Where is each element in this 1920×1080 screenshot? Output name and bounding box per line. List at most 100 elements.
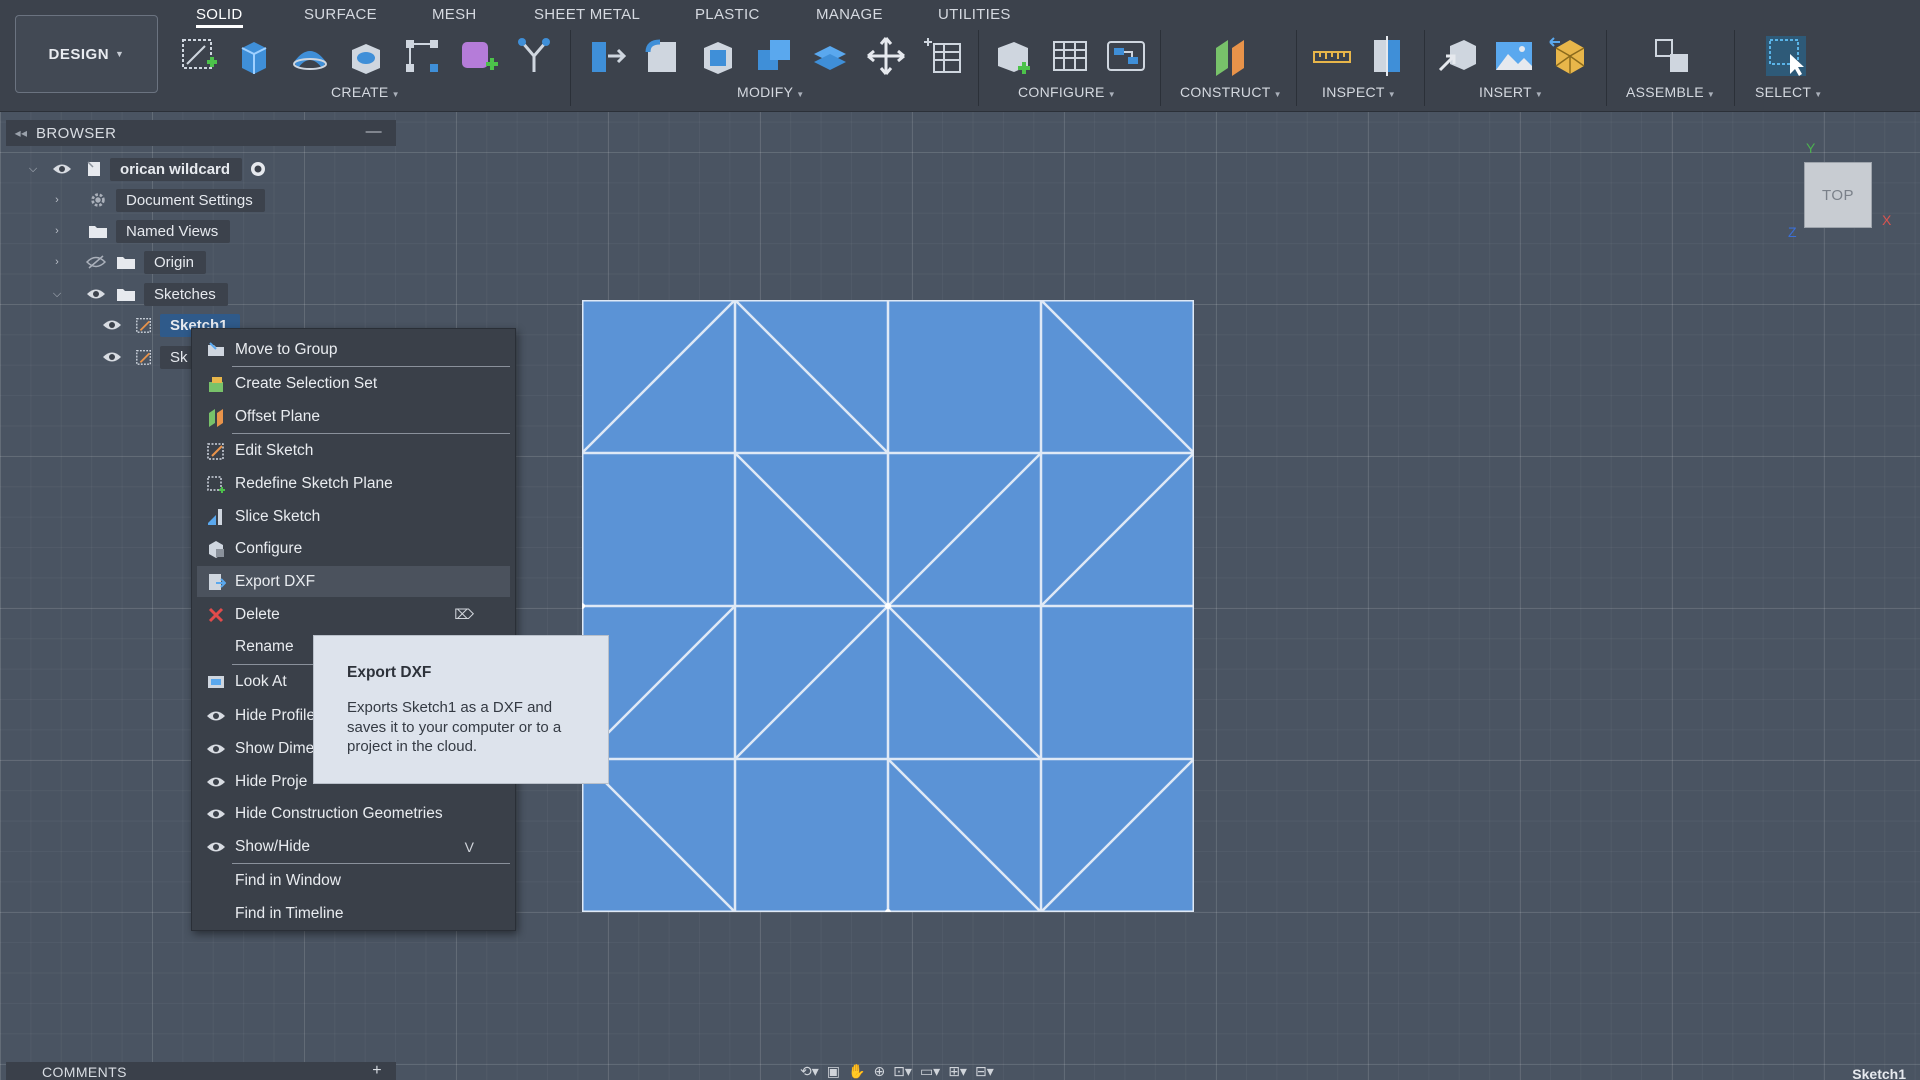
tree-item-label: Named Views [116,219,231,243]
eye-hidden-icon[interactable] [84,252,108,272]
menu-item-configure[interactable]: Configure [197,533,510,564]
chevron-right-icon[interactable]: › [48,256,66,268]
sketch-point[interactable] [885,603,891,609]
chevron-right-icon[interactable]: › [48,194,66,206]
status-label: Sketch1 [1852,1066,1906,1080]
modify-menu[interactable]: MODIFY ▼ [737,84,804,100]
sketch-geometry[interactable] [582,300,1194,912]
section-analysis-icon[interactable] [1366,34,1410,78]
configure-menu[interactable]: CONFIGURE ▼ [1018,84,1116,100]
menu-item-show-hide[interactable]: Show/Hide V [197,831,510,862]
tree-item-origin[interactable]: › Origin [48,249,207,275]
comments-panel-header[interactable]: COMMENTS + [6,1062,396,1080]
viewcube[interactable]: Y TOP X Z [1788,140,1891,240]
chevron-down-icon: ▼ [1273,90,1282,99]
new-component-icon[interactable] [1650,34,1694,78]
tab-mesh[interactable]: MESH [432,0,477,28]
collapse-panel-icon[interactable]: ◂◂ [6,126,36,140]
tree-item-sketch2[interactable]: Sk [100,344,200,370]
menu-item-label: Hide Profile [235,706,316,724]
revolve-icon[interactable] [288,34,332,78]
offset-face-icon[interactable] [808,34,852,78]
tab-utilities[interactable]: UTILITIES [938,0,1011,28]
tab-manage[interactable]: MANAGE [816,0,883,28]
configure-insert-icon[interactable] [992,34,1036,78]
chevron-down-icon: ▼ [796,90,805,99]
active-indicator-icon[interactable] [246,159,270,179]
eye-icon [197,772,235,792]
viewcube-top-face[interactable]: TOP [1804,162,1872,228]
menu-item-create-selection-set[interactable]: Create Selection Set [197,368,510,399]
grid-settings-icon[interactable]: ⊞▾ [948,1063,967,1080]
create-sketch-icon[interactable] [177,34,221,78]
insert-derive-icon[interactable] [1436,34,1480,78]
menu-item-label: Show Dime [235,739,315,757]
rectangular-pattern-icon[interactable] [400,34,444,78]
fillet-icon[interactable] [640,34,684,78]
look-at-icon[interactable]: ▣ [827,1063,840,1080]
tree-item-sketches[interactable]: ⌵ Sketches [48,281,228,307]
press-pull-icon[interactable] [584,34,628,78]
orbit-icon[interactable]: ⟲▾ [800,1063,819,1080]
menu-item-delete[interactable]: Delete ⌦ [197,599,510,630]
fit-icon[interactable]: ⊡▾ [893,1063,912,1080]
configuration-table-icon[interactable] [1048,34,1092,78]
eye-icon[interactable] [50,159,74,179]
measure-icon[interactable] [1310,34,1354,78]
delete-key-icon: ⌦ [454,606,474,622]
move-icon[interactable] [864,34,908,78]
menu-item-find-in-window[interactable]: Find in Window [197,865,510,896]
tree-item-document-settings[interactable]: › Document Settings [48,187,265,213]
change-parameters-icon[interactable] [920,34,964,78]
display-settings-icon[interactable]: ▭▾ [920,1063,940,1080]
create-menu[interactable]: CREATE ▼ [331,84,400,100]
menu-item-redefine-sketch-plane[interactable]: Redefine Sketch Plane [197,468,510,499]
eye-icon[interactable] [84,284,108,304]
assemble-menu[interactable]: ASSEMBLE ▼ [1626,84,1715,100]
menu-item-edit-sketch[interactable]: Edit Sketch [197,435,510,466]
chevron-down-icon[interactable]: ⌵ [24,163,42,176]
construct-label: CONSTRUCT [1180,84,1271,100]
tab-plastic[interactable]: PLASTIC [695,0,760,28]
chevron-down-icon[interactable]: ⌵ [48,288,66,301]
tab-sheet-metal[interactable]: SHEET METAL [534,0,640,28]
viewports-icon[interactable]: ⊟▾ [975,1063,994,1080]
configuration-rules-icon[interactable] [1104,34,1148,78]
tab-surface[interactable]: SURFACE [304,0,377,28]
derive-icon[interactable] [512,34,556,78]
eye-icon[interactable] [100,315,124,335]
hole-icon[interactable] [344,34,388,78]
menu-item-export-dxf[interactable]: Export DXF [197,566,510,597]
tree-item-named-views[interactable]: › Named Views [48,218,231,244]
menu-item-offset-plane[interactable]: Offset Plane [197,401,510,432]
select-icon[interactable] [1764,34,1808,78]
insert-menu[interactable]: INSERT ▼ [1479,84,1543,100]
modify-label: MODIFY [737,84,794,100]
browser-panel-header[interactable]: ◂◂ BROWSER — [6,120,396,146]
combine-icon[interactable] [752,34,796,78]
menu-item-move-to-group[interactable]: Move to Group [197,334,510,365]
minimize-icon[interactable]: — [366,123,382,141]
menu-item-find-in-timeline[interactable]: Find in Timeline [197,898,510,929]
extrude-icon[interactable] [232,34,276,78]
workspace-switcher-button[interactable]: DESIGN ▼ [15,15,158,93]
construct-plane-icon[interactable] [1208,34,1252,78]
select-menu[interactable]: SELECT ▼ [1755,84,1822,100]
zoom-icon[interactable]: ⊕ [873,1063,885,1080]
menu-item-slice-sketch[interactable]: Slice Sketch [197,501,510,532]
menu-item-hide-construction-geometries[interactable]: Hide Construction Geometries [197,798,510,829]
pan-icon[interactable]: ✋ [848,1063,865,1080]
tree-root[interactable]: ⌵ orican wildcard [24,156,270,182]
tab-solid[interactable]: SOLID [196,0,243,28]
insert-canvas-icon[interactable] [1492,34,1536,78]
chevron-right-icon[interactable]: › [48,225,66,237]
assemble-label: ASSEMBLE [1626,84,1704,100]
construct-menu[interactable]: CONSTRUCT ▼ [1180,84,1282,100]
shell-icon[interactable] [696,34,740,78]
create-form-icon[interactable] [456,34,500,78]
inspect-menu[interactable]: INSPECT ▼ [1322,84,1396,100]
add-comment-icon[interactable]: + [372,1062,382,1080]
eye-icon[interactable] [100,347,124,367]
insert-mesh-icon[interactable] [1548,34,1592,78]
menu-item-label: Delete [235,605,280,623]
